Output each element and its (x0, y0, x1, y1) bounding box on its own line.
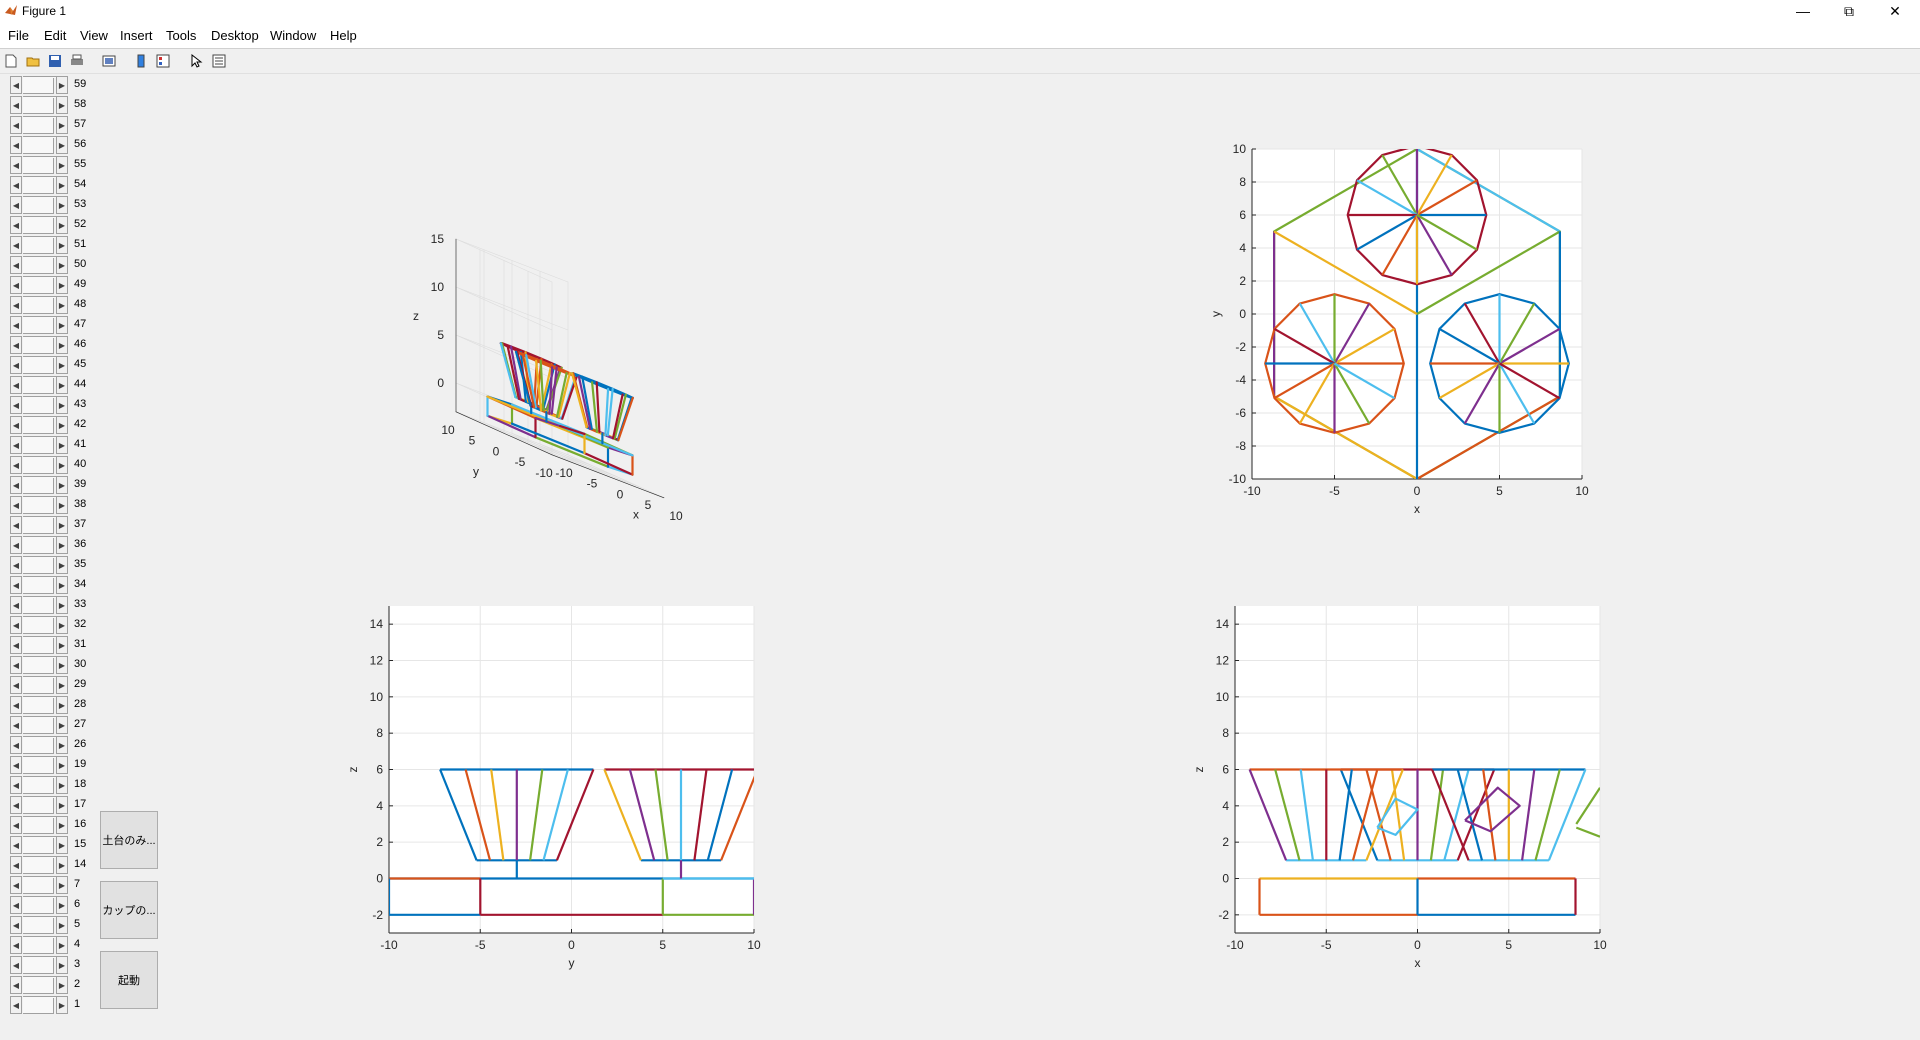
y-tick-label: -5 (515, 455, 526, 469)
cup-bottom (604, 434, 615, 440)
z-tick-label: 15 (431, 232, 445, 246)
y-tick-label: 10 (370, 690, 384, 704)
figure-canvas: -10-50510-10-50510051015xyz -10 -5 0 5 10-10… (346, 142, 1607, 970)
x-tick-label: 10 (1593, 938, 1607, 952)
y-tick-label: -2 (1218, 908, 1229, 922)
y-tick-label: 14 (370, 617, 384, 631)
x-axis-label: y (569, 956, 575, 970)
z-tick-label: 10 (431, 280, 445, 294)
x-tick-label: 0 (1414, 938, 1421, 952)
y-tick-label: 12 (1216, 654, 1230, 668)
y-tick-label: -6 (1235, 406, 1246, 420)
x-tick-label: 10 (1575, 484, 1589, 498)
axes-side-view-yz[interactable]: -10 -5 0 5 10 -2 0 2 4 6 8 10 12 14 y z (346, 606, 761, 970)
y-tick-label: 4 (376, 799, 383, 813)
x-axis-label: x (1414, 502, 1420, 516)
x-tick-label: 0 (568, 938, 575, 952)
axes-side-view-xz[interactable]: -10 -5 0 5 10 -2 0 2 4 6 8 10 12 14 x z (1192, 606, 1607, 970)
y-tick-label: -4 (1235, 373, 1246, 387)
x-tick-label: 10 (747, 938, 761, 952)
y-tick-label: 10 (1233, 142, 1247, 156)
x-axis-label: x (633, 507, 639, 521)
x-tick-label: -10 (555, 466, 573, 480)
x-tick-label: 5 (1505, 938, 1512, 952)
y-axis-label: z (1192, 767, 1206, 773)
x-tick-label: 0 (1414, 484, 1421, 498)
z-tick-label: 5 (437, 328, 444, 342)
y-tick-label: -2 (1235, 340, 1246, 354)
x-tick-label: 5 (659, 938, 666, 952)
y-tick-label: 6 (1239, 208, 1246, 222)
y-tick-label: 2 (376, 835, 383, 849)
y-axis-label: z (346, 767, 360, 773)
y-axis-label: y (1209, 311, 1223, 317)
cup-bottom (548, 412, 559, 418)
x-tick-label: 5 (645, 498, 652, 512)
y-tick-label: 2 (1222, 835, 1229, 849)
z-axis-label: z (413, 309, 419, 323)
z-tick-label: 0 (437, 376, 444, 390)
y-tick-label: 10 (1216, 690, 1230, 704)
x-tick-label: 5 (1496, 484, 1503, 498)
x-tick-label: -10 (380, 938, 398, 952)
y-tick-label: -10 (1229, 472, 1247, 486)
y-tick-label: -10 (535, 466, 553, 480)
x-tick-label: 10 (669, 509, 683, 523)
x-tick-label: -10 (1226, 938, 1244, 952)
x-tick-label: -10 (1243, 484, 1261, 498)
y-tick-label: -8 (1235, 439, 1246, 453)
x-tick-label: 0 (617, 487, 624, 501)
y-tick-label: 10 (441, 423, 455, 437)
y-tick-label: 8 (376, 726, 383, 740)
axes-top-view[interactable]: -10 -5 0 5 10 -10 -8 -6 -4 -2 0 2 4 6 8 10 x y (1209, 142, 1589, 516)
y-tick-label: 6 (376, 763, 383, 777)
y-tick-label: -2 (372, 908, 383, 922)
x-tick-label: -5 (475, 938, 486, 952)
axes-3d[interactable]: -10 -5 0 5 10 -10 -5 0 5 10 0 5 10 15 x y z (413, 232, 683, 523)
y-tick-label: 4 (1239, 241, 1246, 255)
y-tick-label: 2 (1239, 274, 1246, 288)
y-tick-label: 5 (469, 434, 476, 448)
y-tick-label: 14 (1216, 617, 1230, 631)
x-tick-label: -5 (1329, 484, 1340, 498)
y-tick-label: 0 (376, 872, 383, 886)
y-tick-label: 0 (493, 444, 500, 458)
y-tick-label: 4 (1222, 799, 1229, 813)
y-tick-label: 0 (1239, 307, 1246, 321)
x-tick-label: -5 (587, 477, 598, 491)
y-tick-label: 6 (1222, 763, 1229, 777)
y-tick-label: 8 (1222, 726, 1229, 740)
y-tick-label: 8 (1239, 175, 1246, 189)
x-tick-label: -5 (1321, 938, 1332, 952)
x-axis-label: x (1415, 956, 1421, 970)
y-tick-label: 0 (1222, 872, 1229, 886)
y-axis-label: y (473, 464, 479, 478)
y-tick-label: 12 (370, 654, 384, 668)
